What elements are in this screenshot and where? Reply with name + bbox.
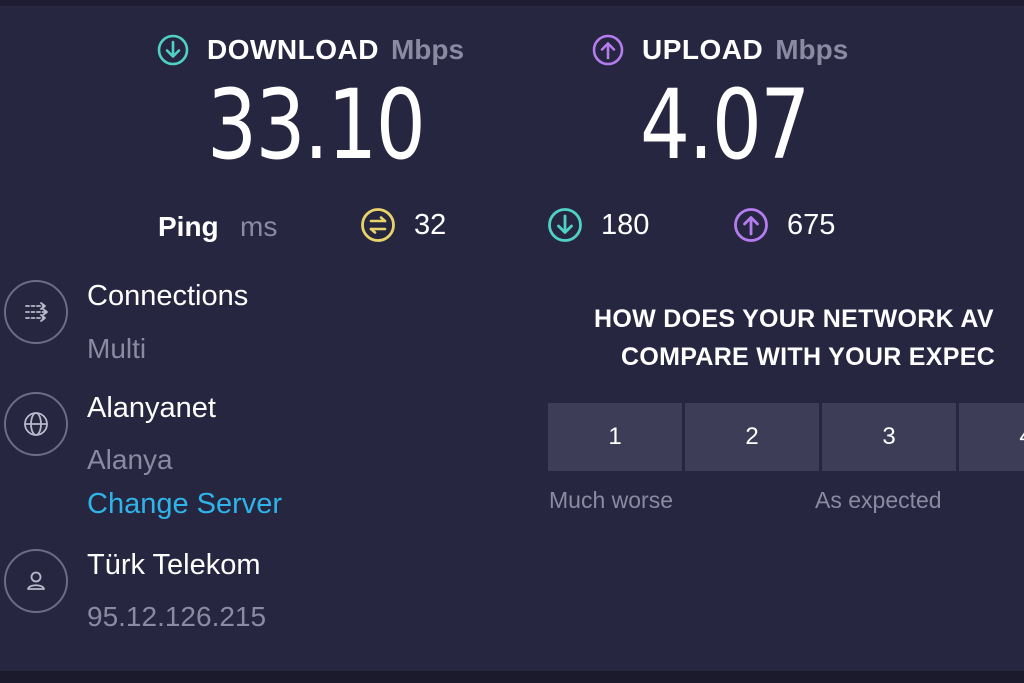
- rating-button-1[interactable]: 1: [548, 403, 682, 471]
- ping-upload: 675: [733, 207, 835, 243]
- rating-button-2[interactable]: 2: [685, 403, 819, 471]
- ping-row: Ping ms 32 180 675: [0, 205, 1024, 249]
- rating-caption-mid: As expected: [815, 487, 942, 513]
- survey-question-line-2: COMPARE WITH YOUR EXPEC: [621, 343, 996, 371]
- ping-idle-icon: [360, 207, 396, 243]
- download-speed-value: 33.10: [207, 69, 426, 181]
- upload-header: UPLOAD Mbps: [592, 30, 848, 70]
- bottom-edge: [0, 671, 1024, 683]
- ping-download: 180: [547, 207, 649, 243]
- download-arrow-icon: [547, 207, 583, 243]
- provider-ip: 95.12.126.215: [87, 601, 267, 632]
- ping-idle-value: 32: [414, 208, 447, 241]
- server-location: Alanya: [87, 444, 173, 475]
- user-icon: [4, 549, 68, 613]
- top-edge: [0, 0, 1024, 6]
- rating-button-3[interactable]: 3: [822, 403, 956, 471]
- upload-arrow-icon: [733, 207, 769, 243]
- rating-caption-low: Much worse: [549, 487, 673, 513]
- ping-label: Ping: [158, 211, 219, 242]
- download-unit: Mbps: [390, 34, 465, 65]
- download-label: DOWNLOAD: [207, 34, 379, 65]
- rating-button-4[interactable]: 4: [959, 403, 1024, 471]
- provider-name: Türk Telekom: [87, 549, 261, 581]
- rating-scale: 1 2 3 4: [548, 403, 1024, 471]
- upload-label: UPLOAD: [642, 34, 764, 65]
- upload-speed-value: 4.07: [640, 69, 810, 181]
- connections-mode[interactable]: Multi: [87, 333, 146, 365]
- upload-arrow-icon: [592, 34, 624, 66]
- globe-icon: [4, 392, 68, 456]
- server-name: Alanyanet: [87, 392, 216, 424]
- ping-unit: ms: [240, 211, 278, 242]
- download-arrow-icon: [157, 34, 189, 66]
- connections-title: Connections: [87, 280, 249, 312]
- download-header: DOWNLOAD Mbps: [157, 30, 464, 70]
- ping-idle: 32: [360, 207, 446, 243]
- survey-question-line-1: HOW DOES YOUR NETWORK AV: [594, 305, 994, 333]
- speedtest-results-panel: DOWNLOAD Mbps 33.10 UPLOAD Mbps 4.07 Pin…: [0, 0, 1024, 683]
- ping-upload-value: 675: [787, 208, 836, 241]
- change-server-link[interactable]: Change Server: [87, 488, 282, 521]
- connections-icon[interactable]: [4, 280, 68, 344]
- upload-unit: Mbps: [775, 34, 849, 65]
- ping-download-value: 180: [601, 208, 650, 241]
